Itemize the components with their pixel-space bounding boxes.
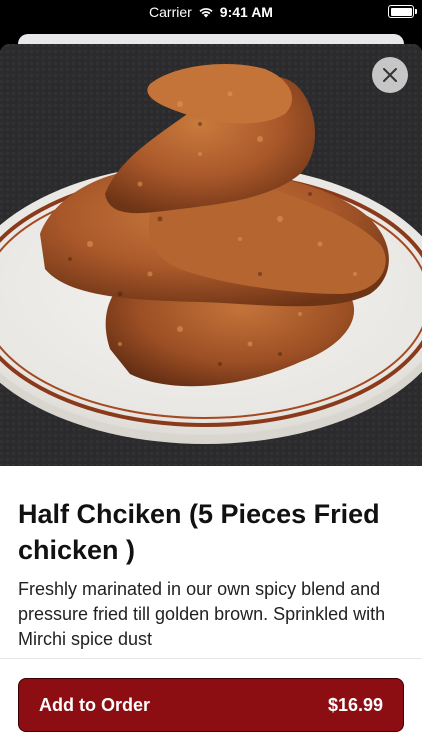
status-time: 9:41 AM — [219, 4, 273, 20]
divider — [0, 658, 422, 659]
item-price: $16.99 — [327, 694, 383, 715]
add-to-order-label: Add to Order — [39, 694, 150, 715]
item-detail-sheet: Half Chciken (5 Pieces Fried chicken ) F… — [0, 44, 422, 750]
close-icon — [383, 68, 397, 82]
add-to-order-button[interactable]: Add to Order $16.99 — [18, 678, 404, 732]
close-button[interactable] — [372, 57, 408, 93]
item-details: Half Chciken (5 Pieces Fried chicken ) F… — [0, 466, 422, 652]
wifi-icon — [199, 8, 213, 18]
item-description: Freshly marinated in our own spicy blend… — [18, 579, 386, 649]
item-title: Half Chciken (5 Pieces Fried chicken ) — [18, 499, 380, 565]
carrier-label: Carrier — [149, 4, 192, 20]
status-bar: Carrier 9:41 AM — [0, 0, 422, 24]
battery-fill — [390, 7, 412, 16]
status-center: Carrier 9:41 AM — [0, 4, 422, 20]
screen: Carrier 9:41 AM Half Chciken (5 Pieces F… — [0, 0, 422, 750]
item-photo — [0, 44, 422, 466]
battery-icon — [388, 5, 417, 18]
battery-cap — [415, 9, 417, 14]
fried-chicken-illustration — [0, 44, 422, 466]
